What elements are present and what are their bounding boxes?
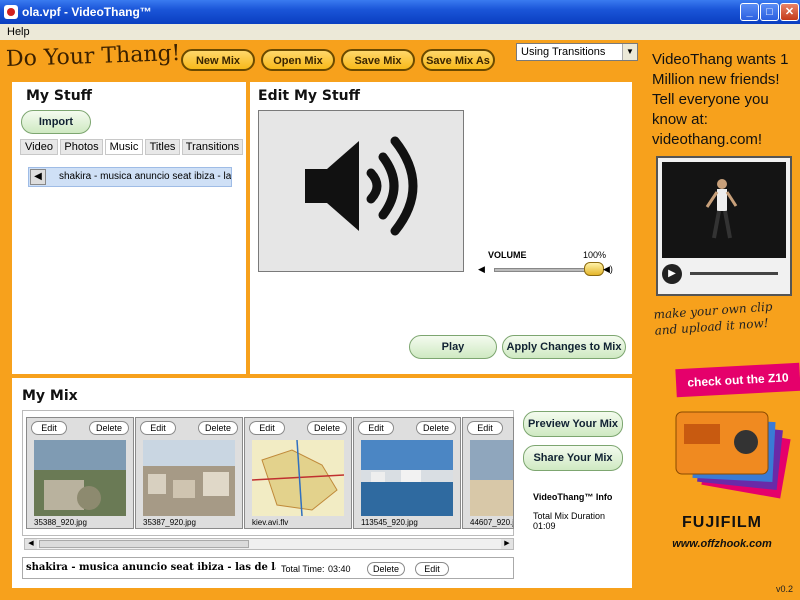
ad-headline: VideoThang wants 1 Million new friends! … [652,51,789,148]
mix-clip[interactable]: Edit Delete kiev.avi.flv [244,417,352,529]
edit-title: Edit My Stuff [258,88,360,104]
tab-photos[interactable]: Photos [60,139,103,155]
scrollbar-thumb[interactable] [39,540,249,548]
ad-video-frame [662,162,786,258]
info-title: VideoThang™ Info [533,492,613,502]
media-preview [258,110,464,272]
close-button[interactable]: ✕ [780,3,799,21]
title-bar: ola.vpf - VideoThang™ _ □ ✕ [0,0,800,24]
volume-low-icon: ◀ [478,264,485,274]
volume-label: VOLUME [488,250,527,260]
clip-caption: kiev.avi.flv [252,518,289,527]
duration-value: 01:09 [533,521,556,531]
app-icon [4,5,18,19]
maximize-button[interactable]: □ [760,3,779,21]
volume-slider-handle[interactable] [584,262,604,276]
tab-transitions[interactable]: Transitions [182,139,243,155]
clip-thumbnail [34,440,126,516]
clip-thumbnail [361,440,453,516]
play-icon[interactable]: ▶ [662,264,682,284]
ad-video-player[interactable]: ▶ [656,156,792,296]
delete-button[interactable]: Delete [198,421,238,435]
clip-thumbnail [252,440,344,516]
clip-thumbnail [143,440,235,516]
delete-button[interactable]: Delete [307,421,347,435]
tab-music[interactable]: Music [105,139,143,155]
volume-high-icon: ◀) [603,264,613,274]
minimize-button[interactable]: _ [740,3,759,21]
transitions-select[interactable]: Using Transitions ▼ [516,43,638,61]
mix-clip[interactable]: Edit 44607_920.jpg [462,417,514,529]
clip-caption: 35388_920.jpg [34,518,87,527]
volume-percent: 100% [583,250,607,260]
ad-video-progress[interactable] [690,272,778,275]
clip-caption: 44607_920.jpg [470,518,514,527]
list-item-label: shakira - musica anuncio seat ibiza - la… [59,171,232,182]
menu-bar: Help [0,24,800,40]
mix-clip[interactable]: Edit Delete 113545_920.jpg [353,417,461,529]
version-label: v0.2 [776,584,794,594]
duration-label: Total Mix Duration [533,511,606,521]
share-mix-button[interactable]: Share Your Mix [523,445,623,471]
window-title: ola.vpf - VideoThang™ [22,5,152,19]
apply-changes-button[interactable]: Apply Changes to Mix [502,335,626,359]
clip-caption: 113545_920.jpg [361,518,418,527]
mix-clip[interactable]: Edit Delete 35388_920.jpg [26,417,134,529]
my-stuff-title: My Stuff [26,88,93,104]
preview-mix-button[interactable]: Preview Your Mix [523,411,623,437]
mix-song-title: shakira - musica anuncio seat ibiza - la… [26,562,276,573]
tab-video[interactable]: Video [20,139,58,155]
ad-panel[interactable]: VideoThang wants 1 Million new friends! … [644,40,800,600]
volume-slider[interactable] [494,268,598,272]
tab-titles[interactable]: Titles [145,139,180,155]
total-time-label: Total Time: [281,564,325,574]
ad-brand: FUJIFILM [682,514,762,531]
delete-audio-button[interactable]: Delete [367,562,405,576]
delete-button[interactable]: Delete [416,421,456,435]
save-mix-button[interactable]: Save Mix [341,49,415,71]
dancer-image [705,179,738,239]
edit-button[interactable]: Edit [467,421,503,435]
open-mix-button[interactable]: Open Mix [261,49,335,71]
edit-button[interactable]: Edit [31,421,67,435]
save-mix-as-button[interactable]: Save Mix As [421,49,495,71]
speaker-icon [305,136,418,236]
play-button[interactable]: Play [409,335,497,359]
edit-button[interactable]: Edit [249,421,285,435]
delete-button[interactable]: Delete [89,421,129,435]
edit-button[interactable]: Edit [140,421,176,435]
menu-help[interactable]: Help [7,26,30,38]
ad-url[interactable]: www.offzhook.com [644,538,800,550]
edit-audio-button[interactable]: Edit [415,562,449,576]
mix-scrollbar[interactable]: ◀ ▶ [24,538,514,550]
list-item[interactable]: ◀ shakira - musica anuncio seat ibiza - … [28,167,232,187]
ad-handwritten: make your own clip and upload it now! [653,299,773,338]
mix-audio-track: shakira - musica anuncio seat ibiza - la… [22,557,514,579]
import-button[interactable]: Import [21,110,91,134]
camera-image [675,411,791,499]
clip-caption: 35387_920.jpg [143,518,196,527]
transitions-select-value: Using Transitions [521,46,606,58]
chevron-down-icon[interactable]: ▼ [622,44,637,60]
scroll-right-icon[interactable]: ▶ [501,539,513,549]
clip-thumbnail [470,440,513,516]
new-mix-button[interactable]: New Mix [181,49,255,71]
mix-clip[interactable]: Edit Delete 35387_920.jpg [135,417,243,529]
edit-button[interactable]: Edit [358,421,394,435]
my-mix-title: My Mix [22,388,78,404]
ad-z10-banner[interactable]: check out the Z10 [675,362,800,398]
speaker-icon: ◀ [30,169,46,185]
total-time-value: 03:40 [328,564,351,574]
scroll-left-icon[interactable]: ◀ [25,539,37,549]
